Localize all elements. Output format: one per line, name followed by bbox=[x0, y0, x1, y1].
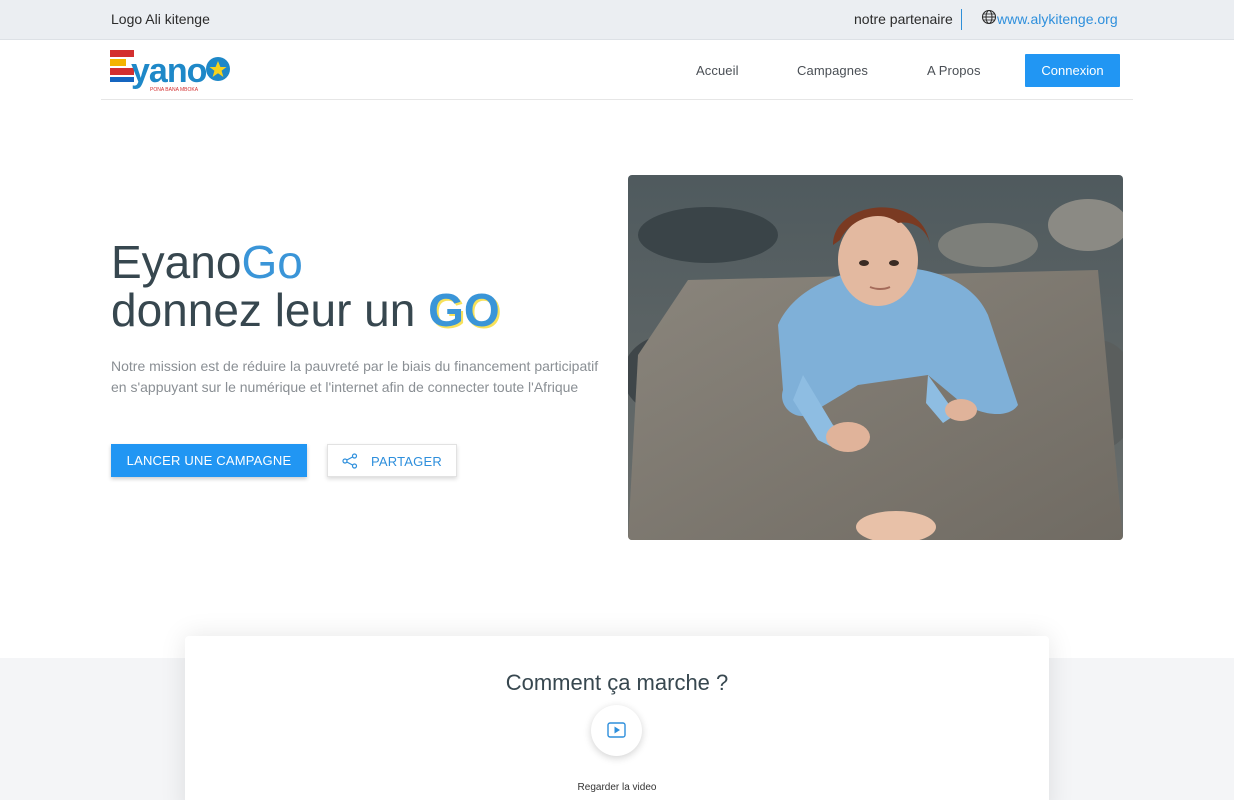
main-navbar: yano PONA BANA MBOKA Accueil Campagnes A… bbox=[101, 40, 1133, 100]
svg-text:yano: yano bbox=[131, 52, 207, 90]
share-icon bbox=[342, 453, 358, 469]
watch-video-label[interactable]: Regarder la video bbox=[185, 782, 1049, 793]
eyano-logo[interactable]: yano PONA BANA MBOKA bbox=[110, 48, 234, 94]
partner-site-link[interactable]: www.alykitenge.org bbox=[997, 11, 1118, 27]
partner-logo-text: Logo Ali kitenge bbox=[111, 11, 210, 27]
nav-a-propos[interactable]: A Propos bbox=[927, 63, 981, 78]
play-video-button[interactable] bbox=[591, 705, 642, 756]
hero-title-line2: donnez leur un bbox=[111, 284, 429, 336]
play-icon bbox=[607, 722, 626, 738]
top-bar: Logo Ali kitenge notre partenaire www.al… bbox=[0, 0, 1234, 40]
hero-photo bbox=[628, 175, 1123, 540]
nav-accueil[interactable]: Accueil bbox=[696, 63, 739, 78]
partner-label: notre partenaire bbox=[854, 11, 953, 27]
how-it-works-card: Comment ça marche ? Regarder la video bbox=[185, 636, 1049, 800]
launch-campaign-button[interactable]: LANCER UNE CAMPAGNE bbox=[111, 444, 307, 477]
hero-description: Notre mission est de réduire la pauvreté… bbox=[111, 358, 599, 395]
hero-title: EyanoGo donnez leur un GO bbox=[111, 238, 500, 334]
share-label: PARTAGER bbox=[371, 454, 442, 469]
svg-text:PONA BANA MBOKA: PONA BANA MBOKA bbox=[150, 87, 199, 93]
globe-icon bbox=[981, 9, 997, 25]
hero-title-go: GO bbox=[428, 284, 500, 336]
how-title: Comment ça marche ? bbox=[505, 670, 729, 695]
hero-title-accent: Go bbox=[241, 236, 303, 288]
nav-campagnes[interactable]: Campagnes bbox=[797, 63, 868, 78]
topbar-divider bbox=[961, 9, 962, 30]
share-button[interactable]: PARTAGER bbox=[327, 444, 457, 477]
hero-title-brand: Eyano bbox=[111, 236, 242, 288]
login-button[interactable]: Connexion bbox=[1025, 54, 1120, 87]
